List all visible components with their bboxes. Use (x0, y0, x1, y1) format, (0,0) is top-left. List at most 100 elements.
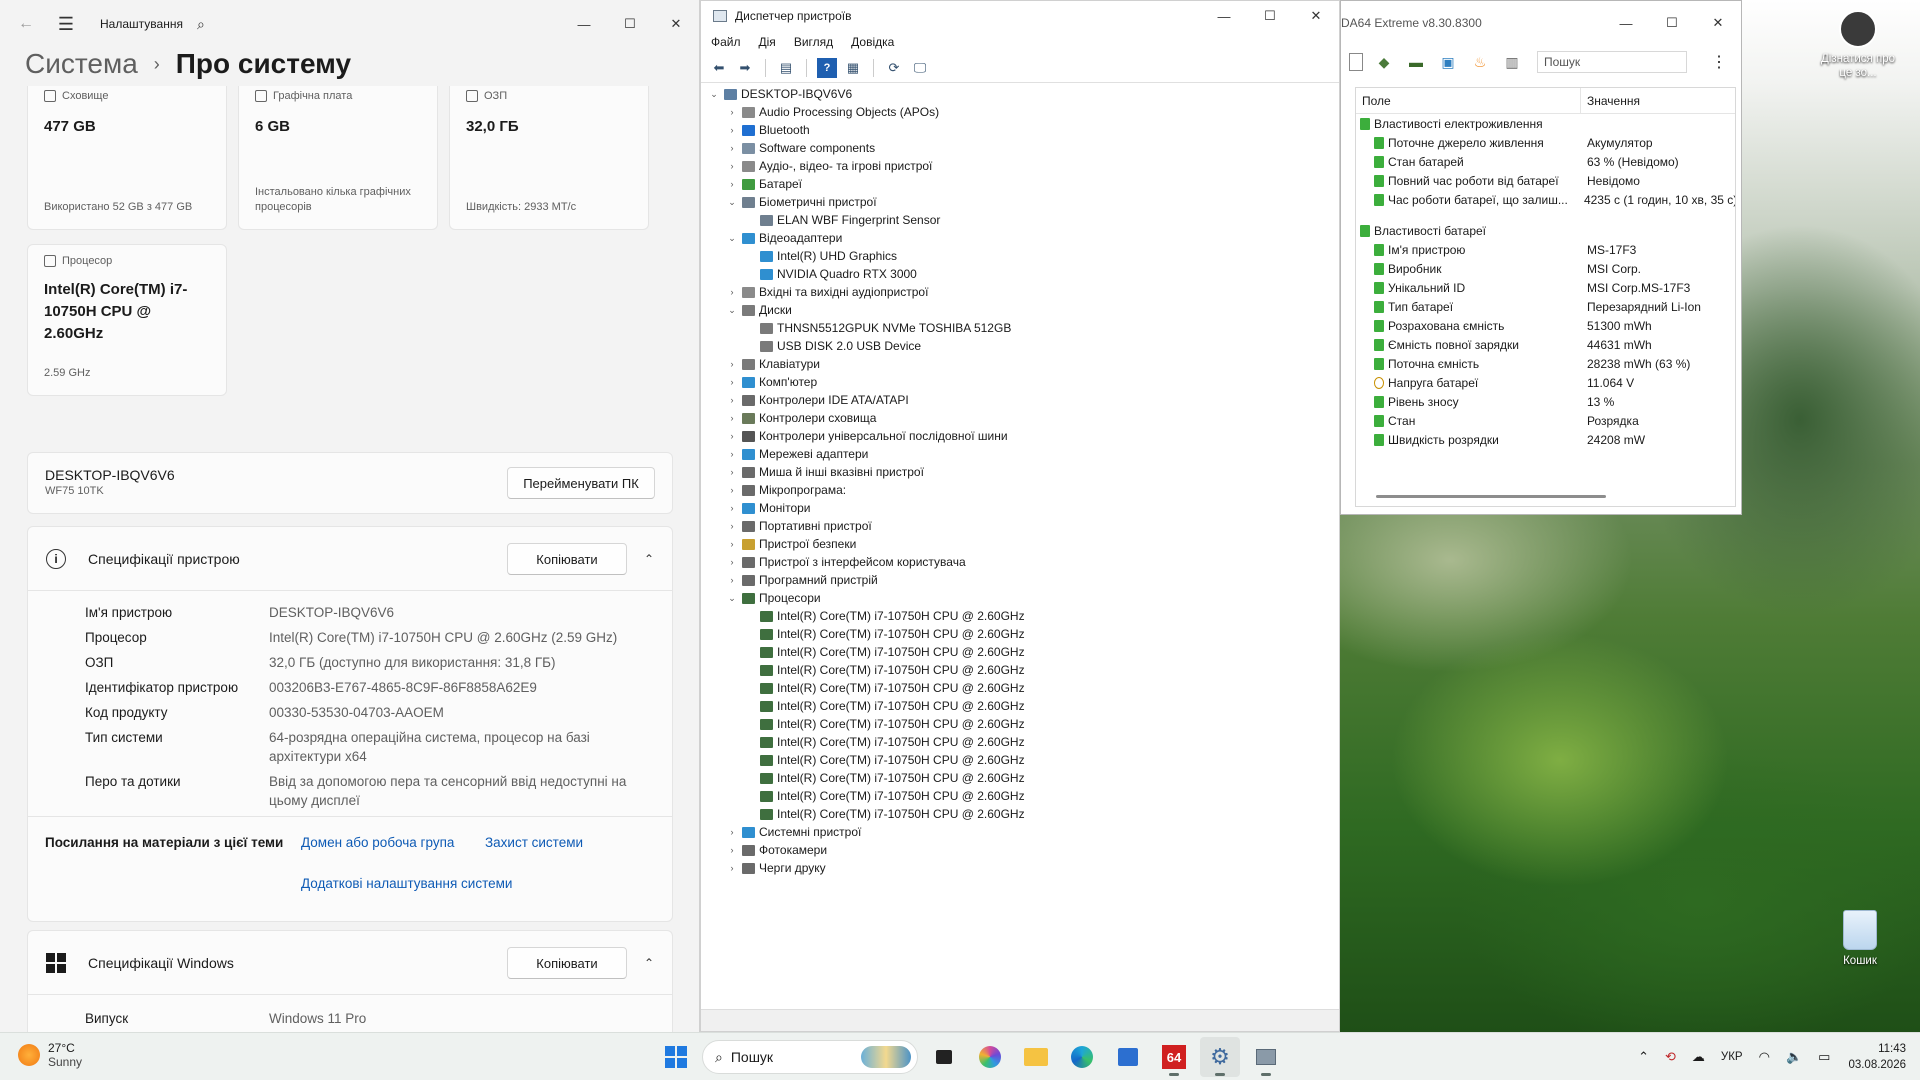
grid-row[interactable]: Ім'я пристрою MS-17F3 (1356, 240, 1735, 259)
tree-category[interactable]: › Батареї (701, 175, 1339, 193)
tree-category[interactable]: › Пристрої з інтерфейсом користувача (701, 553, 1339, 571)
chevron-right-icon[interactable]: › (725, 103, 739, 121)
chevron-right-icon[interactable]: › (725, 535, 739, 553)
chevron-right-icon[interactable]: › (725, 571, 739, 589)
tree-root[interactable]: ⌄ DESKTOP-IBQV6V6 (701, 85, 1339, 103)
device-manager-taskbar-button[interactable] (1246, 1037, 1286, 1077)
clock[interactable]: 11:43 03.08.2026 (1848, 1041, 1906, 1073)
tree-category[interactable]: ⌄ Біометричні пристрої (701, 193, 1339, 211)
domain-workgroup-link[interactable]: Домен або робоча група (301, 835, 454, 850)
battery-icon[interactable]: ▭ (1818, 1049, 1830, 1065)
menu-help[interactable]: Довідка (851, 35, 894, 49)
grid-group-row[interactable]: Властивості електроживлення (1356, 114, 1735, 133)
hamburger-menu-icon[interactable]: ☰ (46, 4, 86, 44)
file-explorer-button[interactable] (1016, 1037, 1056, 1077)
tree-device[interactable]: Intel(R) Core(TM) i7-10750H CPU @ 2.60GH… (701, 607, 1339, 625)
properties-icon[interactable]: ▦ (843, 58, 863, 78)
tree-category[interactable]: › Контролери сховища (701, 409, 1339, 427)
chevron-right-icon[interactable]: › (725, 391, 739, 409)
tree-category[interactable]: › Вхідні та вихідні аудіопристрої (701, 283, 1339, 301)
grid-row[interactable]: Тип батареї Перезарядний Li-Ion (1356, 297, 1735, 316)
tree-device[interactable]: Intel(R) Core(TM) i7-10750H CPU @ 2.60GH… (701, 787, 1339, 805)
tree-device[interactable]: Intel(R) Core(TM) i7-10750H CPU @ 2.60GH… (701, 769, 1339, 787)
forward-arrow-icon[interactable]: ➡ (735, 58, 755, 78)
chevron-down-icon[interactable]: ⌄ (725, 589, 739, 607)
windows-specs-header[interactable]: Специфікації Windows Копіювати ⌃ (28, 931, 672, 995)
chevron-right-icon[interactable]: › (725, 517, 739, 535)
show-hide-tree-icon[interactable]: ▤ (776, 58, 796, 78)
tree-category[interactable]: › Системні пристрої (701, 823, 1339, 841)
aida64-search-input[interactable]: Пошук (1537, 51, 1687, 73)
memory-icon[interactable]: ▬ (1405, 51, 1427, 73)
maximize-button[interactable]: ☐ (607, 0, 653, 48)
copy-device-specs-button[interactable]: Копіювати (507, 543, 627, 575)
grid-row[interactable]: Стан Розрядка (1356, 411, 1735, 430)
tree-device[interactable]: Intel(R) Core(TM) i7-10750H CPU @ 2.60GH… (701, 805, 1339, 823)
scan-hardware-icon[interactable]: ⟳ (884, 58, 904, 78)
tree-category[interactable]: › Пристрої безпеки (701, 535, 1339, 553)
tree-device[interactable]: Intel(R) Core(TM) i7-10750H CPU @ 2.60GH… (701, 733, 1339, 751)
back-arrow-icon[interactable]: ⬅ (709, 58, 729, 78)
chevron-right-icon[interactable]: › (725, 463, 739, 481)
horizontal-scrollbar[interactable] (1376, 495, 1606, 498)
chevron-down-icon[interactable]: ⌄ (725, 301, 739, 319)
chevron-down-icon[interactable]: ⌄ (725, 193, 739, 211)
tree-device[interactable]: Intel(R) Core(TM) i7-10750H CPU @ 2.60GH… (701, 625, 1339, 643)
weather-widget[interactable]: 27°C Sunny (18, 1041, 82, 1069)
grid-row[interactable]: Стан батарей 63 % (Невідомо) (1356, 152, 1735, 171)
chevron-down-icon[interactable]: ⌄ (707, 85, 721, 103)
close-button[interactable]: ✕ (1293, 1, 1339, 31)
tree-category[interactable]: › Фотокамери (701, 841, 1339, 859)
tree-category[interactable]: › Audio Processing Objects (APOs) (701, 103, 1339, 121)
tree-device[interactable]: Intel(R) UHD Graphics (701, 247, 1339, 265)
grid-row[interactable]: Поточна ємність 28238 mWh (63 %) (1356, 354, 1735, 373)
aida64-taskbar-button[interactable]: 64 (1154, 1037, 1194, 1077)
tree-category[interactable]: › Монітори (701, 499, 1339, 517)
menu-file[interactable]: Файл (711, 35, 741, 49)
chevron-right-icon[interactable]: › (725, 841, 739, 859)
tree-category[interactable]: › Bluetooth (701, 121, 1339, 139)
start-button[interactable] (656, 1037, 696, 1077)
wifi-icon[interactable]: ◠ (1759, 1049, 1770, 1065)
benchmark-icon[interactable]: ▥ (1501, 51, 1523, 73)
tree-category[interactable]: › Програмний пристрій (701, 571, 1339, 589)
close-button[interactable]: ✕ (653, 0, 699, 48)
chevron-up-icon[interactable]: ⌃ (644, 552, 654, 566)
chevron-right-icon[interactable]: › (725, 355, 739, 373)
tree-category[interactable]: › Клавіатури (701, 355, 1339, 373)
grid-row[interactable]: Поточне джерело живлення Акумулятор (1356, 133, 1735, 152)
tree-category[interactable]: › Комп'ютер (701, 373, 1339, 391)
chevron-right-icon[interactable]: › (725, 427, 739, 445)
more-options-icon[interactable]: ⋮ (1711, 52, 1727, 72)
tree-category[interactable]: › Мікропрограма: (701, 481, 1339, 499)
task-view-button[interactable] (924, 1037, 964, 1077)
grid-group-row[interactable]: Властивості батареї (1356, 221, 1735, 240)
grid-row[interactable]: Унікальний ID MSI Corp.MS-17F3 (1356, 278, 1735, 297)
grid-row[interactable]: Рівень зносу 13 % (1356, 392, 1735, 411)
chevron-up-icon[interactable]: ⌃ (644, 956, 654, 970)
sync-alert-icon[interactable]: ⟲ (1665, 1049, 1676, 1065)
tree-category[interactable]: ⌄ Процесори (701, 589, 1339, 607)
chevron-down-icon[interactable]: ⌄ (725, 229, 739, 247)
advanced-system-settings-link[interactable]: Додаткові налаштування системи (301, 876, 512, 891)
volume-icon[interactable]: 🔈 (1786, 1049, 1802, 1065)
system-protection-link[interactable]: Захист системи (485, 835, 583, 850)
tree-device[interactable]: ELAN WBF Fingerprint Sensor (701, 211, 1339, 229)
close-button[interactable]: ✕ (1695, 1, 1741, 45)
grid-row[interactable]: Розрахована ємність 51300 mWh (1356, 316, 1735, 335)
breadcrumb-parent[interactable]: Система (25, 48, 138, 80)
tree-device[interactable]: THNSN5512GPUK NVMe TOSHIBA 512GB (701, 319, 1339, 337)
chevron-right-icon[interactable]: › (725, 445, 739, 463)
tree-category[interactable]: ⌄ Відеоадаптери (701, 229, 1339, 247)
graphics-tile[interactable]: Графічна плата 6 GB Інстальовано кілька … (238, 86, 438, 230)
search-icon[interactable]: ⌕ (197, 16, 205, 33)
grid-row[interactable]: Час роботи батареї, що залиш... 4235 с (1… (1356, 190, 1735, 209)
tree-category[interactable]: › Software components (701, 139, 1339, 157)
chevron-right-icon[interactable]: › (725, 859, 739, 877)
taskbar-search[interactable]: ⌕ Пошук (702, 1040, 918, 1074)
menu-action[interactable]: Дія (759, 35, 776, 49)
tree-device[interactable]: Intel(R) Core(TM) i7-10750H CPU @ 2.60GH… (701, 679, 1339, 697)
minimize-button[interactable]: — (1603, 1, 1649, 45)
storage-tile[interactable]: Сховище 477 GB Використано 52 GB з 477 G… (27, 86, 227, 230)
chevron-right-icon[interactable]: › (725, 409, 739, 427)
